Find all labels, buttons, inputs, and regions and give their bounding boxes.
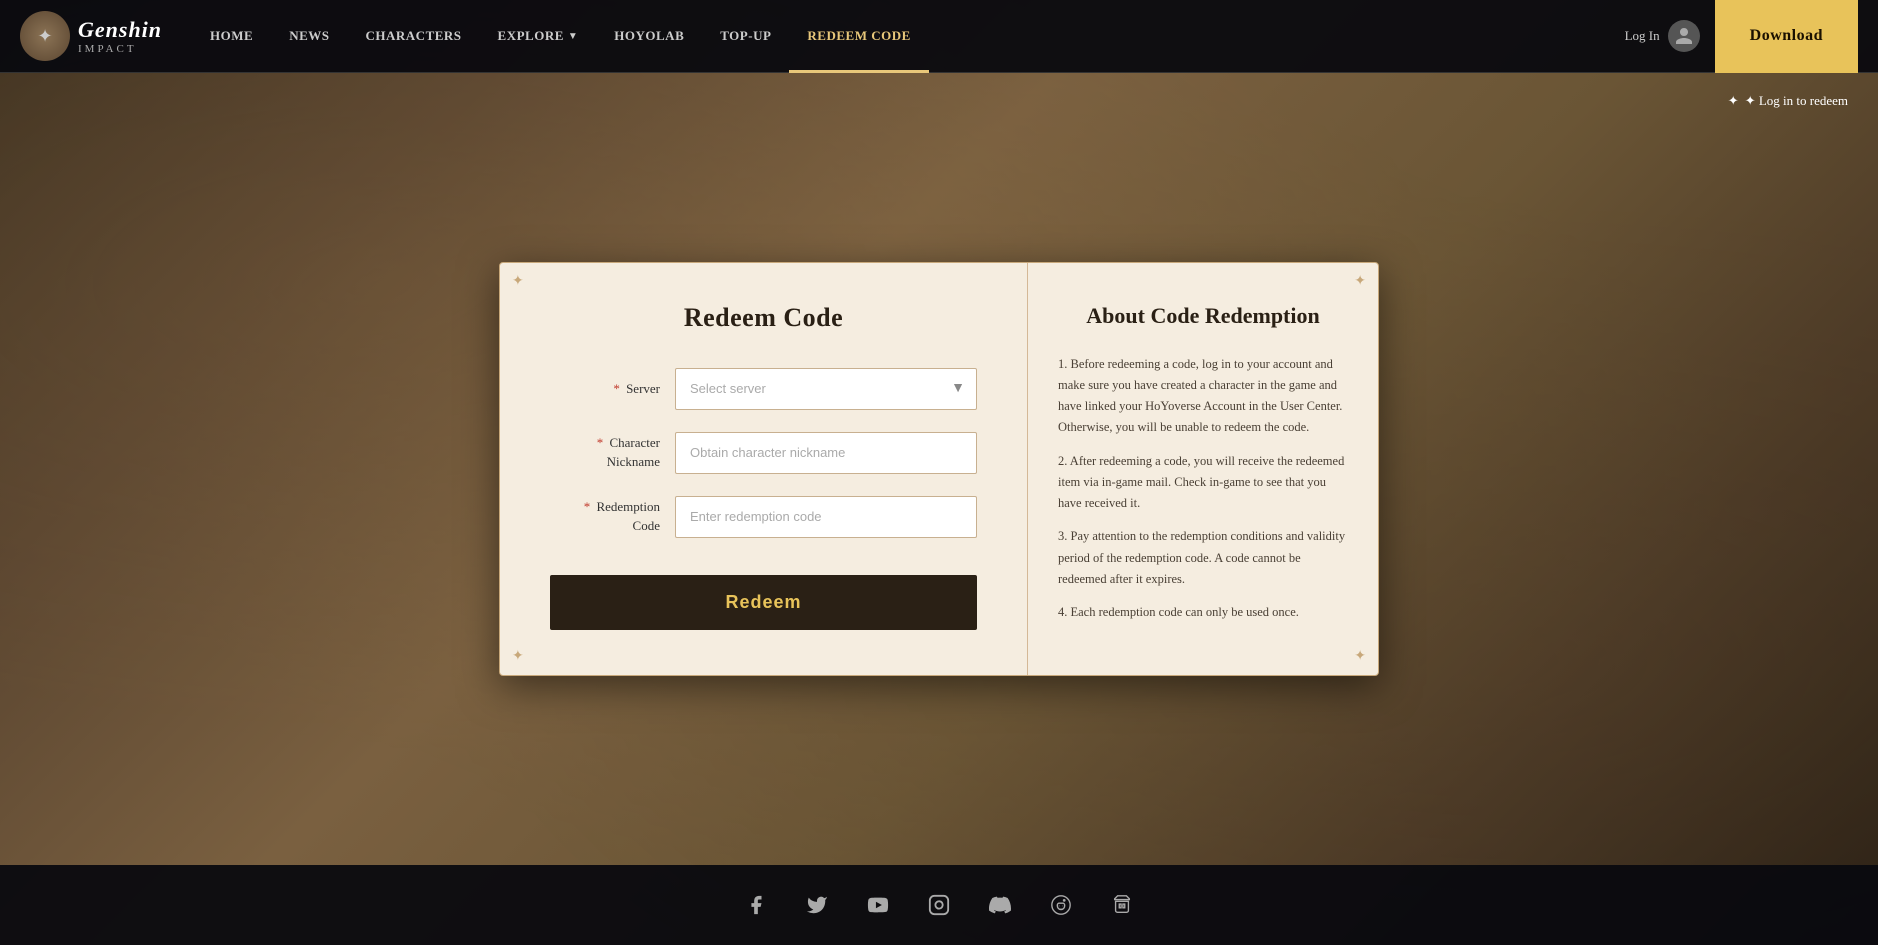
server-row: * Server Select server America Europe As… <box>550 368 977 410</box>
redeem-modal: ✦ ✦ Redeem Code * Server Select server A… <box>499 262 1379 677</box>
code-required-star: * <box>584 499 591 514</box>
main-content: ✦ ✦ Log in to redeem ✦ ✦ Redeem Code * S… <box>0 73 1878 865</box>
login-label: Log In <box>1625 28 1660 44</box>
nickname-required-star: * <box>597 435 604 450</box>
reddit-social-link[interactable] <box>1043 887 1079 923</box>
nav-topup[interactable]: TOP-UP <box>702 0 789 73</box>
nickname-row: * CharacterNickname <box>550 432 977 474</box>
logo-icon: ✦ <box>20 11 70 61</box>
navbar: ✦ Genshin IMPACT HOME NEWS CHARACTERS EX… <box>0 0 1878 73</box>
code-label: * RedemptionCode <box>550 498 660 534</box>
hint-star-icon: ✦ <box>1728 93 1739 109</box>
nav-right: Log In Download <box>1625 0 1858 73</box>
bilibili-social-link[interactable] <box>1104 887 1140 923</box>
corner-bottom-left-icon: ✦ <box>512 648 524 665</box>
logo-main-text: Genshin <box>78 17 162 43</box>
footer <box>0 865 1878 945</box>
about-point-3: 3. Pay attention to the redemption condi… <box>1058 526 1348 590</box>
nav-logo[interactable]: ✦ Genshin IMPACT <box>20 11 162 61</box>
nickname-label: * CharacterNickname <box>550 434 660 470</box>
code-row: * RedemptionCode <box>550 496 977 538</box>
nav-hoyolab[interactable]: HoYoLAB <box>596 0 702 73</box>
login-hint: ✦ ✦ Log in to redeem <box>1728 93 1848 109</box>
server-select-wrapper: Select server America Europe Asia TW, HK… <box>675 368 977 410</box>
logo-text: Genshin IMPACT <box>78 17 162 55</box>
code-input[interactable] <box>675 496 977 538</box>
server-select[interactable]: Select server America Europe Asia TW, HK… <box>675 368 977 410</box>
nav-news[interactable]: NEWS <box>271 0 347 73</box>
corner-bottom-right-icon: ✦ <box>1354 648 1366 665</box>
modal-right-panel: About Code Redemption 1. Before redeemin… <box>1028 263 1378 676</box>
about-point-2: 2. After redeeming a code, you will rece… <box>1058 451 1348 515</box>
nav-items: HOME NEWS CHARACTERS EXPLORE ▼ HoYoLAB T… <box>192 0 1625 73</box>
explore-chevron-icon: ▼ <box>568 31 578 42</box>
modal-left-panel: Redeem Code * Server Select server Ameri… <box>500 263 1028 676</box>
download-button[interactable]: Download <box>1715 0 1858 73</box>
redeem-button[interactable]: Redeem <box>550 575 977 630</box>
twitter-social-link[interactable] <box>799 887 835 923</box>
youtube-social-link[interactable] <box>860 887 896 923</box>
instagram-social-link[interactable] <box>921 887 957 923</box>
login-hint-text[interactable]: ✦ Log in to redeem <box>1745 93 1848 109</box>
nav-home[interactable]: HOME <box>192 0 271 73</box>
about-point-4: 4. Each redemption code can only be used… <box>1058 602 1348 623</box>
login-button[interactable]: Log In <box>1625 20 1700 52</box>
nickname-input[interactable] <box>675 432 977 474</box>
server-label: * Server <box>550 380 660 398</box>
nav-redeem-code[interactable]: REDEEM CODE <box>789 0 928 73</box>
about-point-1: 1. Before redeeming a code, log in to yo… <box>1058 354 1348 439</box>
user-avatar-icon <box>1668 20 1700 52</box>
discord-social-link[interactable] <box>982 887 1018 923</box>
about-text: 1. Before redeeming a code, log in to yo… <box>1058 354 1348 624</box>
facebook-social-link[interactable] <box>738 887 774 923</box>
server-required-star: * <box>613 381 620 396</box>
about-title: About Code Redemption <box>1058 303 1348 329</box>
modal-title: Redeem Code <box>550 303 977 333</box>
nav-characters[interactable]: CHARACTERS <box>348 0 480 73</box>
logo-sub-text: IMPACT <box>78 43 162 55</box>
nav-explore[interactable]: EXPLORE ▼ <box>480 0 597 73</box>
